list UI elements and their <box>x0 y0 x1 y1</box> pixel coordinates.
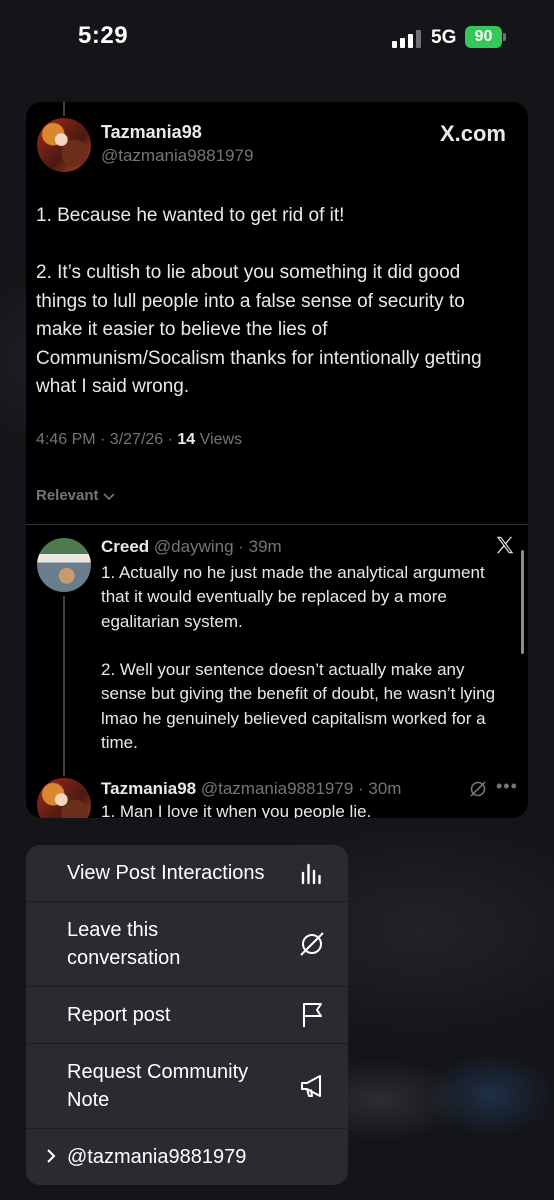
divider <box>26 524 528 525</box>
reply-body: 1. Actually no he just made the analytic… <box>101 561 511 780</box>
megaphone-icon <box>301 1075 321 1097</box>
views-count: 14 <box>177 431 196 448</box>
bar-chart-icon <box>301 863 321 885</box>
reply-header: Tazmania98 @tazmania9881979 · 30m <box>101 779 401 799</box>
menu-item-profile-link[interactable]: @tazmania9881979 <box>26 1129 348 1185</box>
sort-label: Relevant <box>36 487 99 504</box>
more-options-icon[interactable]: ••• <box>496 776 518 797</box>
reply-paragraph: 2. Well your sentence doesn’t actually m… <box>101 660 496 753</box>
avatar[interactable] <box>37 778 91 818</box>
views-label: Views <box>195 431 243 448</box>
menu-item-label: @tazmania9881979 <box>67 1146 247 1168</box>
battery-level: 90 <box>465 26 502 48</box>
reply-author-name[interactable]: Creed <box>101 537 149 556</box>
reply-author-name[interactable]: Tazmania98 <box>101 779 196 798</box>
thread-line <box>63 102 65 116</box>
reply-header: Creed @daywing · 39m <box>101 537 282 557</box>
network-type: 5G <box>431 27 457 48</box>
post-body: 1. Because he wanted to get rid of it! 2… <box>36 202 516 430</box>
thread-line <box>63 596 65 776</box>
menu-item-label: Request Community Note <box>67 1061 249 1111</box>
author-name[interactable]: Tazmania98 <box>101 122 202 143</box>
mute-conversation-icon <box>300 932 324 956</box>
menu-item-report-post[interactable]: Report post <box>26 987 348 1043</box>
battery-icon <box>503 33 506 41</box>
menu-item-view-post-interactions[interactable]: View Post Interactions <box>26 845 348 901</box>
post-card[interactable]: Tazmania98 @tazmania9881979 X.com 1. Bec… <box>26 102 528 818</box>
post-paragraph: 1. Because he wanted to get rid of it! <box>36 205 345 226</box>
status-bar: 5:29 5G 90 <box>0 0 554 76</box>
sort-dropdown[interactable]: Relevant <box>36 487 116 504</box>
mute-conversation-icon[interactable] <box>468 779 488 799</box>
scrollbar[interactable] <box>521 550 524 654</box>
status-time: 5:29 <box>78 22 129 49</box>
x-logo-icon <box>496 536 514 554</box>
post-paragraph: 2. It’s cultish to lie about you somethi… <box>36 262 482 397</box>
post-meta: 4:46 PM · 3/27/26 · 14 Views <box>36 431 242 449</box>
reply-handle-time: @daywing · 39m <box>149 537 282 556</box>
x-com-logo: X.com <box>439 121 506 146</box>
chevron-down-icon <box>102 492 115 500</box>
menu-item-label: Leave this conversation <box>67 919 181 969</box>
reply-paragraph: 1. Man I love it when you people lie. <box>101 802 372 818</box>
menu-item-label: View Post Interactions <box>67 862 265 884</box>
post-timestamp: 4:46 PM · 3/27/26 · <box>36 431 178 448</box>
menu-item-request-community-note[interactable]: Request Community Note <box>26 1044 348 1128</box>
author-handle[interactable]: @tazmania9881979 <box>101 146 253 166</box>
menu-item-label: Report post <box>67 1004 171 1026</box>
reply-handle-time: @tazmania9881979 · 30m <box>196 779 402 798</box>
reply-paragraph: 1. Actually no he just made the analytic… <box>101 563 485 631</box>
context-menu: View Post Interactions Leave this conver… <box>26 845 348 1185</box>
flag-icon <box>303 1003 322 1027</box>
cellular-signal-icon <box>392 30 422 48</box>
avatar[interactable] <box>37 118 91 172</box>
avatar[interactable] <box>37 538 91 592</box>
menu-item-leave-conversation[interactable]: Leave this conversation <box>26 902 348 986</box>
chevron-right-icon <box>47 1149 56 1163</box>
